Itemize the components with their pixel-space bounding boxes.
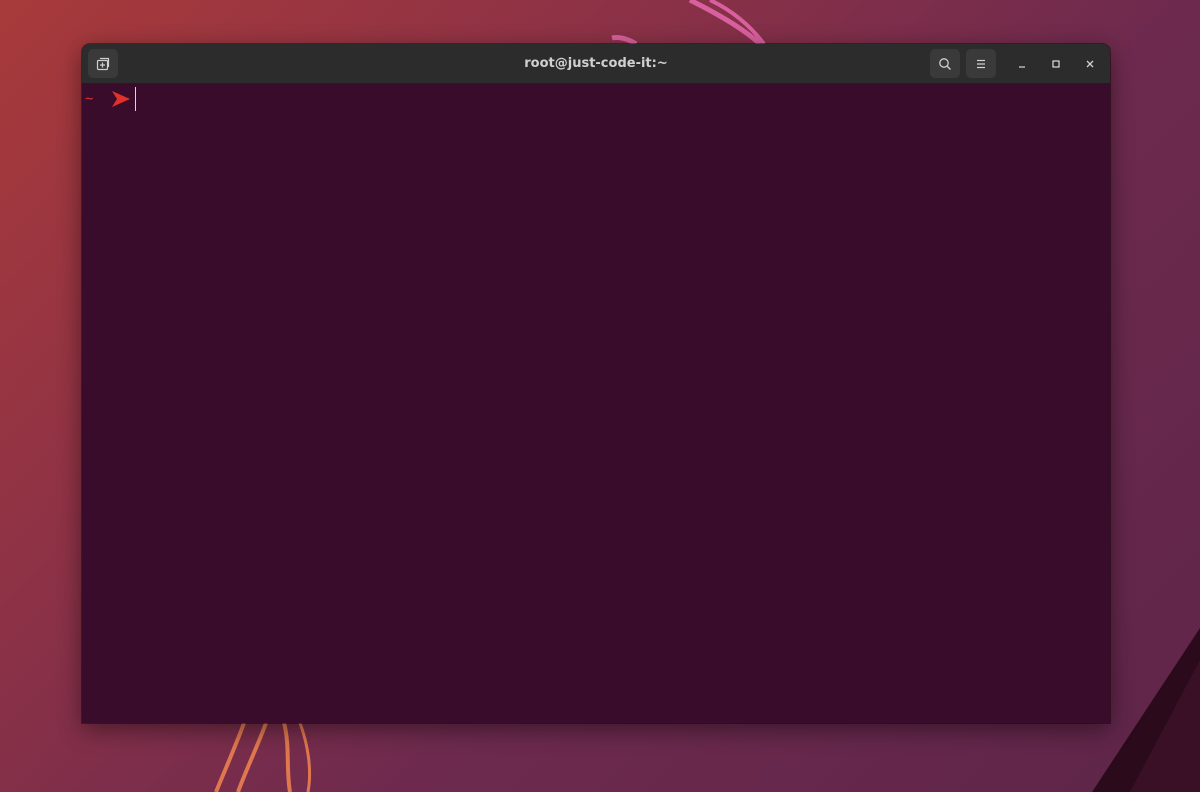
minimize-icon [1019, 66, 1025, 68]
close-button[interactable] [1078, 52, 1102, 76]
minimize-button[interactable] [1010, 52, 1034, 76]
prompt-directory: ~ [85, 91, 94, 107]
maximize-icon [1052, 60, 1060, 68]
search-icon [939, 57, 951, 70]
new-tab-button[interactable] [88, 49, 118, 78]
header-bar[interactable]: root@just-code-it:~ [82, 44, 1110, 84]
terminal-output-area[interactable]: ~ [82, 84, 1110, 723]
close-icon [1086, 60, 1094, 68]
search-button[interactable] [930, 49, 960, 78]
text-cursor [135, 87, 136, 111]
terminal-window: root@just-code-it:~ ~ [82, 44, 1110, 723]
prompt-arrow-icon [111, 90, 133, 108]
maximize-button[interactable] [1044, 52, 1068, 76]
menu-button[interactable] [966, 49, 996, 78]
desktop-background: root@just-code-it:~ ~ [0, 0, 1200, 792]
hamburger-menu-icon [977, 59, 985, 68]
prompt-line: ~ [85, 86, 136, 112]
new-tab-icon [96, 57, 110, 70]
